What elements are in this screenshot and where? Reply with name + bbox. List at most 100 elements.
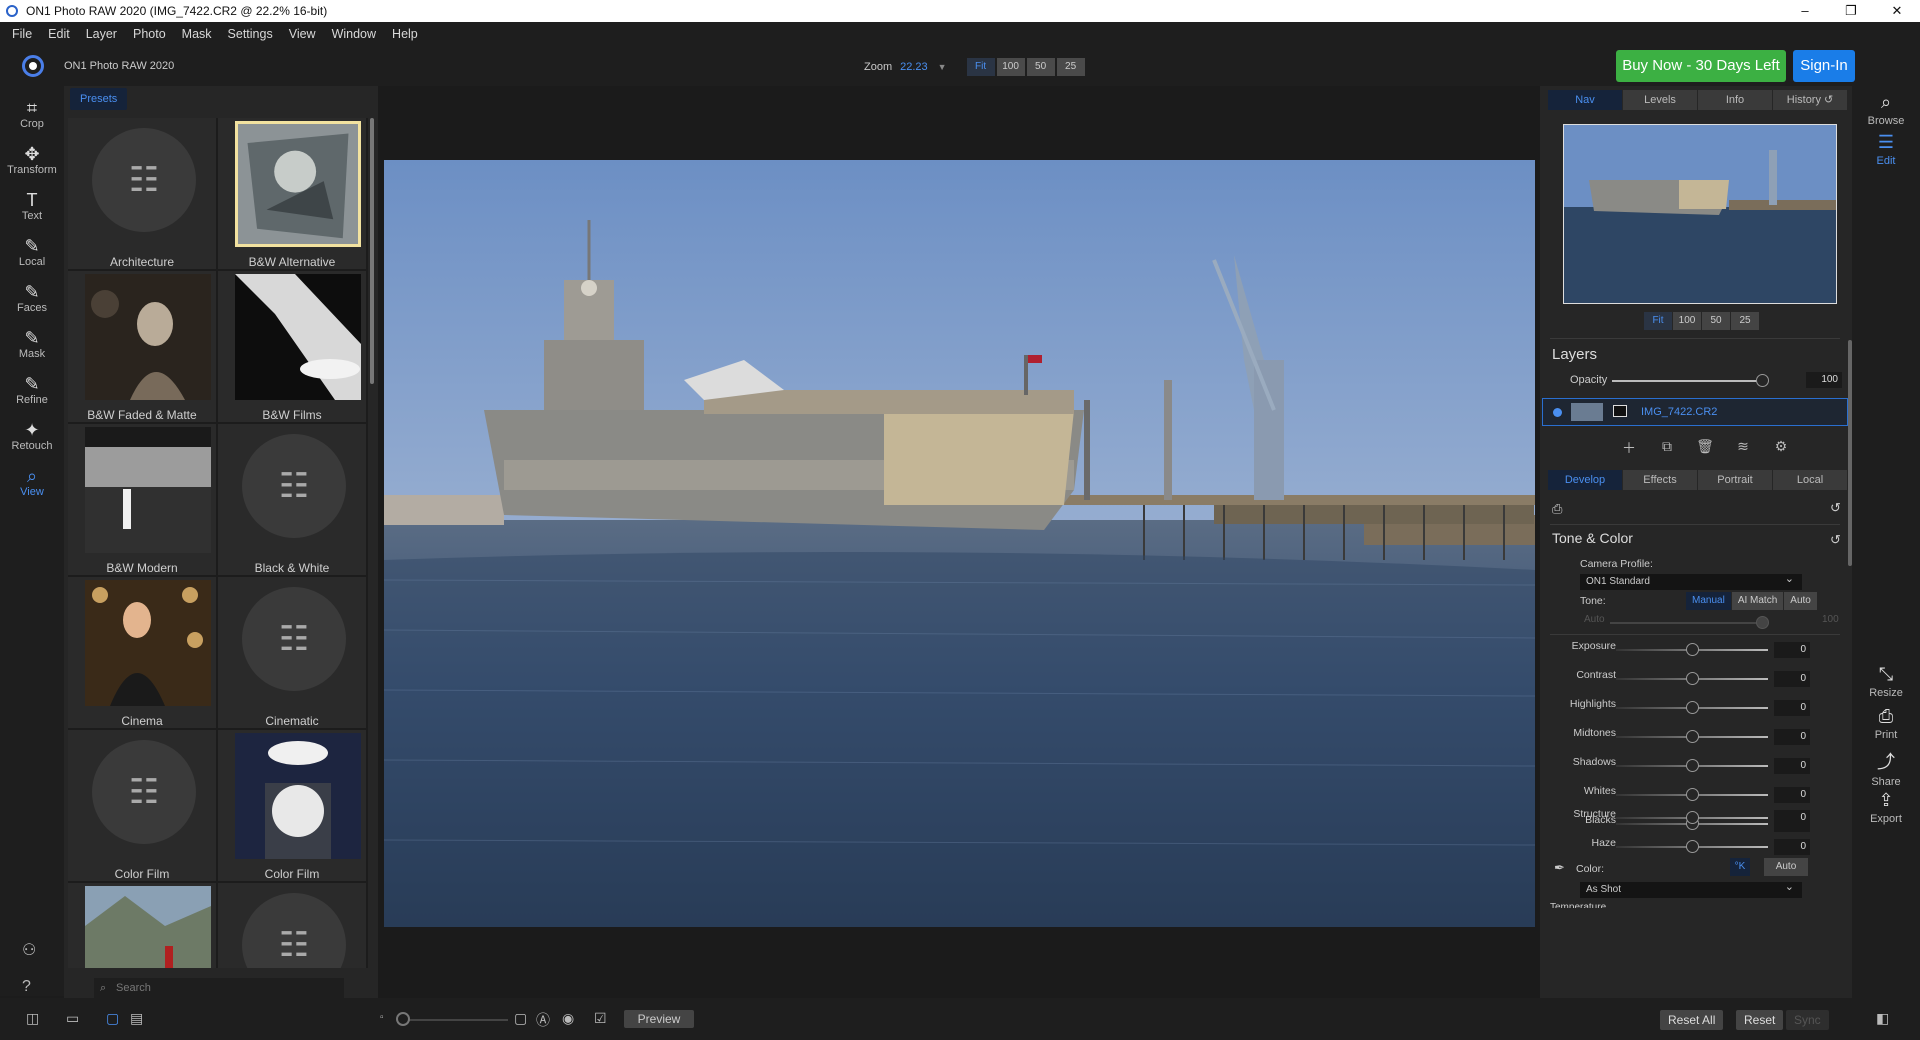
compare-view-icon[interactable]: ▭ bbox=[66, 1010, 79, 1027]
mask-view-icon[interactable]: ◉ bbox=[562, 1010, 574, 1027]
menu-mask[interactable]: Mask bbox=[174, 27, 220, 41]
tone-manual-button[interactable]: Manual bbox=[1686, 592, 1731, 610]
zoom-50-button[interactable]: 50 bbox=[1026, 58, 1055, 76]
zoom-chevron-icon[interactable]: ▼ bbox=[938, 62, 947, 72]
tool-text[interactable]: T Text bbox=[0, 178, 64, 224]
tab-local[interactable]: Local bbox=[1773, 470, 1847, 490]
crop-mask-view-icon[interactable]: ▢ bbox=[514, 1010, 527, 1027]
color-auto-button[interactable]: Auto bbox=[1764, 858, 1808, 876]
menu-file[interactable]: File bbox=[4, 27, 40, 41]
tab-nav[interactable]: Nav bbox=[1548, 90, 1622, 110]
slider-value[interactable]: 0 bbox=[1774, 758, 1810, 774]
add-layer-icon[interactable]: ＋ bbox=[1610, 438, 1648, 458]
tool-faces[interactable]: ✎ Faces bbox=[0, 270, 64, 316]
nav-50-button[interactable]: 50 bbox=[1702, 312, 1730, 330]
minimize-button[interactable]: – bbox=[1782, 3, 1828, 19]
presets-tab[interactable]: Presets bbox=[70, 88, 128, 110]
tool-refine[interactable]: ✎ Refine bbox=[0, 362, 64, 408]
preset-item[interactable]: Cinema bbox=[68, 577, 218, 730]
layers-stack-icon[interactable]: ≋ bbox=[1724, 438, 1762, 458]
layer-mask-icon[interactable] bbox=[1613, 405, 1627, 417]
save-preset-icon[interactable]: ⎙ bbox=[1552, 501, 1562, 517]
tab-info[interactable]: Info bbox=[1698, 90, 1772, 110]
menu-help[interactable]: Help bbox=[384, 27, 426, 41]
eyedropper-icon[interactable]: ✒ bbox=[1554, 860, 1565, 876]
preset-item[interactable]: ☷ bbox=[218, 883, 368, 968]
layer-name[interactable]: IMG_7422.CR2 bbox=[1641, 406, 1717, 418]
menu-settings[interactable]: Settings bbox=[220, 27, 281, 41]
zoom-value[interactable]: 22.23 bbox=[900, 61, 928, 73]
slider-knob[interactable] bbox=[1686, 788, 1699, 801]
delete-layer-icon[interactable]: 🗑 bbox=[1686, 438, 1724, 458]
tab-effects[interactable]: Effects bbox=[1623, 470, 1697, 490]
slider-knob[interactable] bbox=[1686, 759, 1699, 772]
slider-value[interactable]: 0 bbox=[1774, 839, 1810, 855]
tab-history[interactable]: History ↺ bbox=[1773, 90, 1847, 110]
slider-value[interactable]: 0 bbox=[1774, 700, 1810, 716]
zoom-25-button[interactable]: 25 bbox=[1056, 58, 1085, 76]
slider-knob[interactable] bbox=[1686, 730, 1699, 743]
slider-knob[interactable] bbox=[1686, 643, 1699, 656]
slider-knob[interactable] bbox=[1686, 672, 1699, 685]
preset-item[interactable]: B&W Films bbox=[218, 271, 368, 424]
nav-25-button[interactable]: 25 bbox=[1731, 312, 1759, 330]
opacity-value[interactable]: 100 bbox=[1806, 372, 1842, 388]
preset-item[interactable]: B&W Faded & Matte bbox=[68, 271, 218, 424]
nav-100-button[interactable]: 100 bbox=[1673, 312, 1701, 330]
layer-settings-gear-icon[interactable]: ⚙ bbox=[1762, 438, 1800, 458]
single-view-icon[interactable]: ▢ bbox=[106, 1010, 119, 1027]
slider-knob[interactable] bbox=[1686, 840, 1699, 853]
sync-button[interactable]: Sync bbox=[1786, 1010, 1829, 1030]
reset-tone-icon[interactable]: ↺ bbox=[1830, 532, 1841, 548]
sign-in-button[interactable]: Sign-In bbox=[1793, 50, 1855, 82]
navigator-thumbnail[interactable] bbox=[1563, 124, 1837, 304]
zoom-100-button[interactable]: 100 bbox=[996, 58, 1025, 76]
preset-item[interactable]: B&W Alternative bbox=[218, 118, 368, 271]
slider-knob[interactable] bbox=[1686, 701, 1699, 714]
presets-search-input[interactable]: Search bbox=[94, 978, 344, 998]
preset-item[interactable] bbox=[68, 883, 218, 968]
reset-button[interactable]: Reset bbox=[1736, 1010, 1784, 1030]
opacity-track[interactable] bbox=[1612, 380, 1762, 382]
edit-module[interactable]: ☰ Edit bbox=[1852, 132, 1920, 167]
preset-item[interactable]: ☷ Color Film bbox=[68, 730, 218, 883]
menu-window[interactable]: Window bbox=[324, 27, 384, 41]
buy-now-button[interactable]: Buy Now - 30 Days Left bbox=[1616, 50, 1786, 82]
preset-item[interactable]: ☷ Black & White bbox=[218, 424, 368, 577]
preset-item[interactable]: ☷ Cinematic bbox=[218, 577, 368, 730]
toggle-left-panel-icon[interactable]: ◫ bbox=[26, 1010, 39, 1027]
menu-view[interactable]: View bbox=[281, 27, 324, 41]
tool-crop[interactable]: ⌗ Crop bbox=[0, 86, 64, 132]
tool-mask[interactable]: ✎ Mask bbox=[0, 316, 64, 362]
tab-develop[interactable]: Develop bbox=[1548, 470, 1622, 490]
preset-item[interactable]: B&W Modern bbox=[68, 424, 218, 577]
color-kelvin-button[interactable]: °K bbox=[1730, 858, 1750, 876]
main-photo[interactable] bbox=[384, 160, 1535, 927]
reset-all-button[interactable]: Reset All bbox=[1660, 1010, 1724, 1030]
menu-edit[interactable]: Edit bbox=[40, 27, 78, 41]
on1-logo-icon[interactable] bbox=[22, 55, 44, 77]
maximize-button[interactable]: ❐ bbox=[1828, 3, 1874, 19]
tab-portrait[interactable]: Portrait bbox=[1698, 470, 1772, 490]
layer-row[interactable]: IMG_7422.CR2 bbox=[1542, 398, 1848, 426]
export-module[interactable]: ⇪ Export bbox=[1852, 790, 1920, 825]
close-button[interactable]: ✕ bbox=[1874, 3, 1920, 19]
account-icon[interactable]: ⚇ bbox=[22, 940, 36, 960]
reset-develop-icon[interactable]: ↺ bbox=[1830, 500, 1841, 516]
slider-value[interactable]: 0 bbox=[1774, 810, 1810, 826]
tab-levels[interactable]: Levels bbox=[1623, 90, 1697, 110]
camera-profile-dropdown[interactable]: ON1 Standard bbox=[1580, 571, 1802, 590]
share-module[interactable]: ⤴ Share bbox=[1852, 748, 1920, 788]
menu-photo[interactable]: Photo bbox=[125, 27, 174, 41]
tone-color-title[interactable]: Tone & Color bbox=[1552, 530, 1633, 546]
tool-local[interactable]: ✎ Local bbox=[0, 224, 64, 270]
nav-fit-button[interactable]: Fit bbox=[1644, 312, 1672, 330]
resize-module[interactable]: ⤡ Resize bbox=[1852, 664, 1920, 699]
layer-visibility-icon[interactable] bbox=[1553, 408, 1562, 417]
tool-view[interactable]: ⌕ View bbox=[0, 454, 64, 500]
preview-button[interactable]: Preview bbox=[624, 1010, 694, 1028]
presets-scrollbar[interactable] bbox=[370, 118, 374, 384]
toggle-right-panel-icon[interactable]: ◧ bbox=[1876, 1010, 1889, 1027]
slider-value[interactable]: 0 bbox=[1774, 729, 1810, 745]
tool-retouch[interactable]: ✦ Retouch bbox=[0, 408, 64, 454]
